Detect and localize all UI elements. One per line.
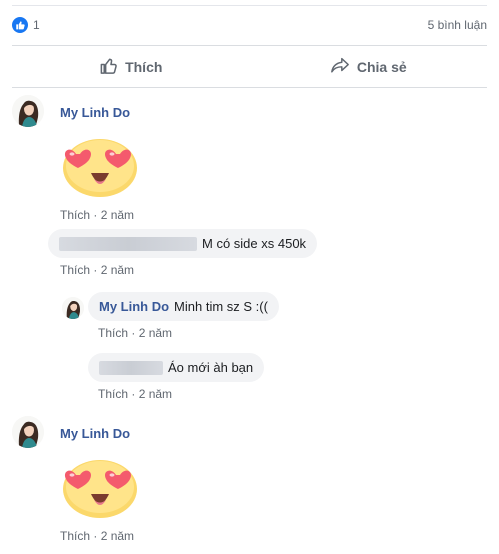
comment-bubble: M có side xs 450k: [48, 229, 318, 258]
comment-text: M có side xs 450k: [202, 236, 307, 251]
comment-author[interactable]: My Linh Do: [60, 105, 140, 120]
reply-content: My Linh Do Minh tim sz S :(( Thích · 2 n…: [88, 292, 279, 340]
comment-time[interactable]: 2 năm: [101, 529, 134, 543]
comment-text: Áo mới àh bạn: [168, 360, 254, 375]
share-arrow-icon: [330, 56, 350, 77]
comment-time[interactable]: 2 năm: [139, 387, 172, 401]
comment-content: My Linh Do Thích · 2 năm: [60, 105, 140, 222]
comment-like-link[interactable]: Thích: [98, 326, 128, 340]
comment-content: M có side xs 450k Thích · 2 năm: [48, 229, 318, 277]
comment-count-link[interactable]: 5 bình luận: [428, 18, 487, 32]
comment-author[interactable]: My Linh Do: [99, 299, 169, 314]
comment-meta: Thích · 2 năm: [60, 263, 317, 277]
share-button[interactable]: Chia sẻ: [250, 46, 488, 87]
comment-meta: Thích · 2 năm: [98, 326, 279, 340]
comment-author[interactable]: My Linh Do: [60, 426, 140, 441]
actions-bottom-divider: [12, 87, 487, 88]
avatar[interactable]: [12, 95, 44, 127]
comment-like-link[interactable]: Thích: [60, 529, 90, 543]
like-button-label: Thích: [125, 58, 163, 75]
share-button-label: Chia sẻ: [356, 58, 407, 75]
like-count[interactable]: 1: [12, 17, 40, 33]
comment-time[interactable]: 2 năm: [101, 208, 134, 222]
like-button[interactable]: Thích: [12, 46, 250, 87]
heart-eyes-emoji-sticker: [60, 132, 140, 203]
comment-item: My Linh Do Thích · 2 năm: [12, 416, 140, 543]
meta-separator: ·: [93, 529, 98, 543]
action-bar: Thích Chia sẻ: [12, 46, 487, 87]
comment-item: My Linh Do Thích · 2 năm: [12, 95, 140, 222]
avatar[interactable]: [12, 416, 44, 448]
comment-item: M có side xs 450k Thích · 2 năm: [48, 229, 318, 277]
redacted-author-name: [99, 360, 163, 375]
comment-text: Minh tim sz S :((: [174, 299, 268, 314]
redacted-author-name: [59, 236, 197, 251]
comment-bubble: My Linh Do Minh tim sz S :((: [88, 292, 279, 321]
heart-eyes-emoji-sticker: [60, 453, 140, 524]
meta-separator: ·: [93, 263, 98, 277]
meta-separator: ·: [131, 387, 136, 401]
reply-item: Áo mới àh bạn Thích · 2 năm: [88, 353, 265, 401]
comment-meta: Thích · 2 năm: [60, 529, 140, 543]
meta-separator: ·: [131, 326, 136, 340]
top-divider: [12, 5, 487, 6]
avatar[interactable]: [62, 297, 84, 319]
comment-time[interactable]: 2 năm: [101, 263, 134, 277]
like-count-value: 1: [33, 18, 40, 32]
like-reaction-icon: [12, 17, 28, 33]
reply-item: My Linh Do Minh tim sz S :(( Thích · 2 n…: [62, 292, 279, 340]
reply-content: Áo mới àh bạn Thích · 2 năm: [88, 353, 265, 401]
reaction-summary: 1 5 bình luận: [12, 15, 487, 35]
comment-meta: Thích · 2 năm: [60, 208, 140, 222]
meta-separator: ·: [93, 208, 98, 222]
thumbs-up-icon: [99, 56, 118, 78]
comment-time[interactable]: 2 năm: [139, 326, 172, 340]
comment-content: My Linh Do Thích · 2 năm: [60, 426, 140, 543]
comment-like-link[interactable]: Thích: [60, 263, 90, 277]
comment-like-link[interactable]: Thích: [60, 208, 90, 222]
comment-like-link[interactable]: Thích: [98, 387, 128, 401]
comment-meta: Thích · 2 năm: [98, 387, 264, 401]
comment-bubble: Áo mới àh bạn: [88, 353, 265, 382]
